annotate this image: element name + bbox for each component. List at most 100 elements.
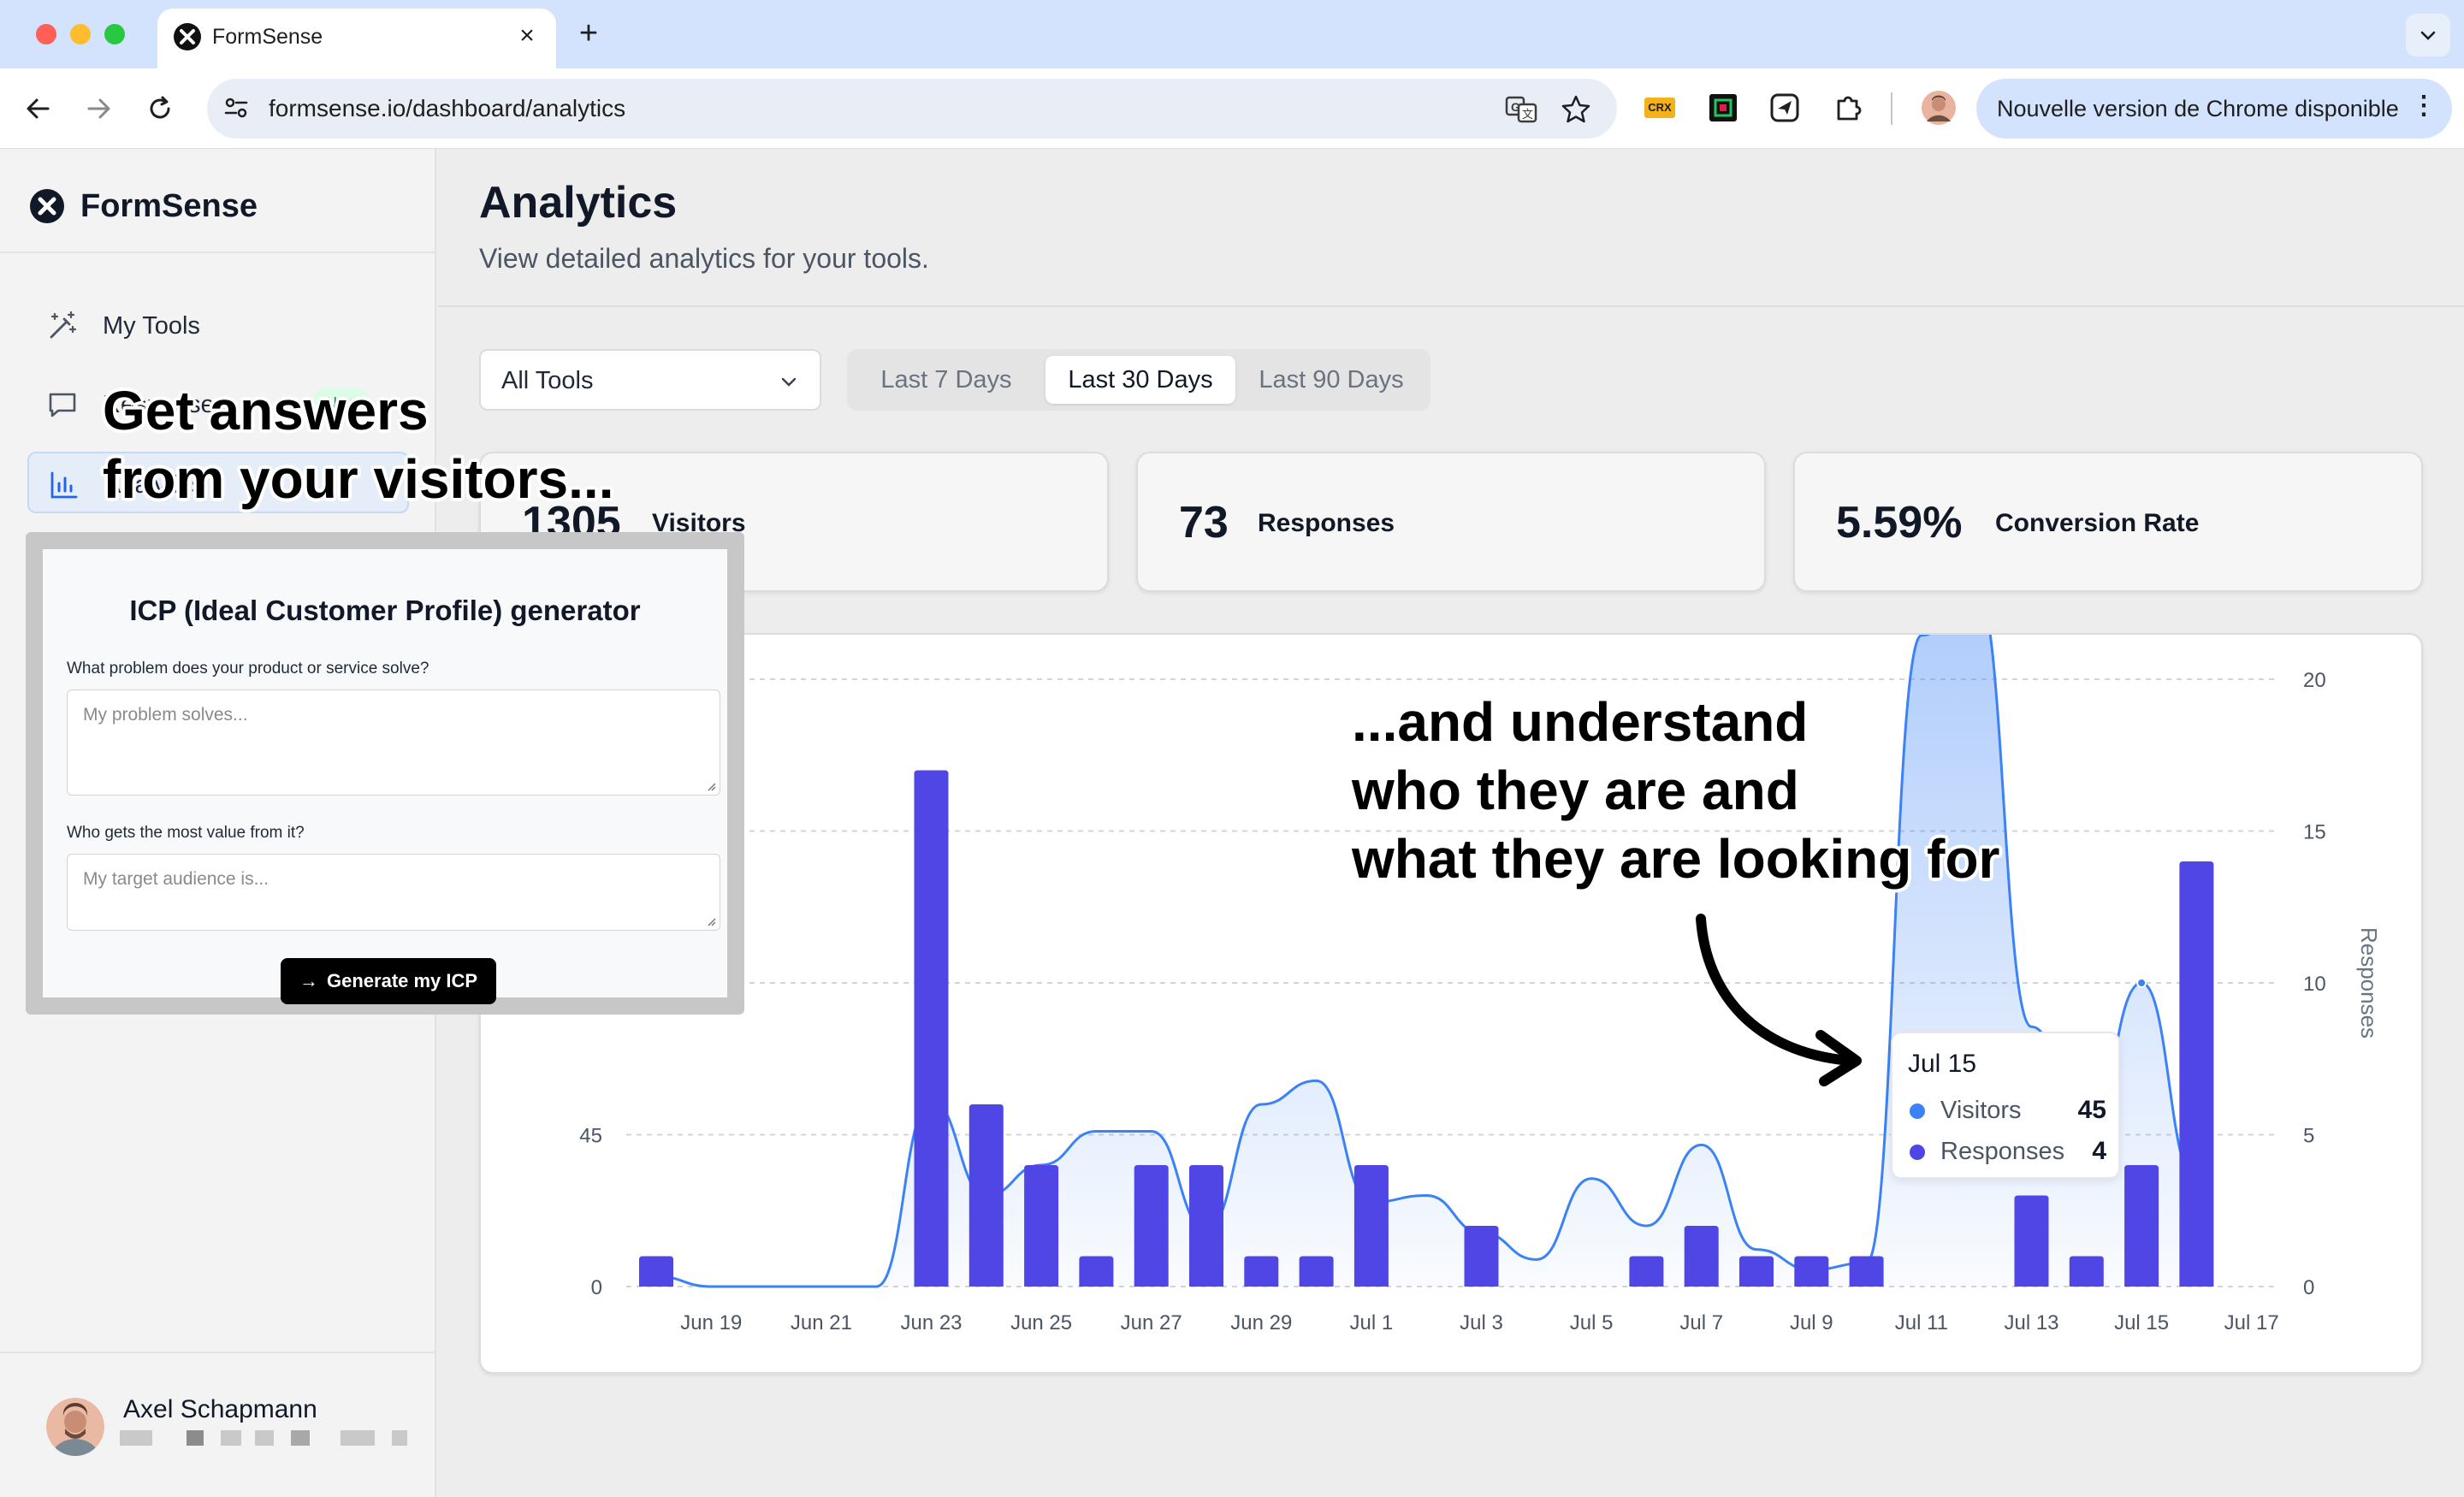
response-bar bbox=[968, 1104, 1004, 1287]
x-axis-tick-label: Jul 15 bbox=[2114, 1311, 2169, 1334]
stat-card-responses: 73 Responses bbox=[1136, 452, 1766, 592]
response-bar bbox=[1739, 1256, 1774, 1287]
tab-search-button[interactable] bbox=[2406, 14, 2450, 56]
browser-toolbar: formsense.io/dashboard/analytics G 文 CRX… bbox=[0, 68, 2464, 149]
resize-grip-icon[interactable] bbox=[704, 914, 716, 926]
x-axis-tick-label: Jul 1 bbox=[1350, 1311, 1394, 1334]
magic-wand-icon bbox=[50, 311, 77, 339]
visitors-dot bbox=[1910, 1104, 1925, 1119]
response-bar bbox=[1024, 1165, 1059, 1287]
sidebar-item-label: My Tools bbox=[103, 312, 200, 340]
send-extension-icon[interactable] bbox=[1768, 91, 1802, 125]
site-settings-icon[interactable] bbox=[219, 91, 253, 125]
stat-label: Conversion Rate bbox=[1995, 509, 2200, 537]
browser-tab[interactable]: FormSense × bbox=[157, 9, 556, 68]
x-axis-tick-label: Jun 29 bbox=[1230, 1311, 1292, 1334]
toolbar-divider bbox=[1891, 92, 1892, 125]
x-axis-tick-label: Jul 11 bbox=[1895, 1311, 1948, 1334]
callout-get-answers: Get answers from your visitors... bbox=[103, 380, 614, 510]
resize-grip-icon[interactable] bbox=[704, 779, 716, 791]
redacted-email bbox=[221, 1430, 241, 1446]
user-name: Axel Schapmann bbox=[123, 1395, 317, 1423]
tab-last-7-days[interactable]: Last 7 Days bbox=[861, 356, 1032, 404]
right-axis-tick-label: 5 bbox=[2303, 1125, 2314, 1148]
stat-card-conversion-rate: 5.59% Conversion Rate bbox=[1793, 452, 2423, 592]
chrome-update-button[interactable]: Nouvelle version de Chrome disponible ⋮ bbox=[1976, 79, 2452, 139]
x-axis-tick-label: Jun 19 bbox=[680, 1311, 742, 1334]
user-avatar[interactable] bbox=[46, 1398, 104, 1456]
response-bar bbox=[1629, 1256, 1664, 1287]
form-preview-panel: ICP (Ideal Customer Profile) generator W… bbox=[43, 549, 727, 1004]
tab-last-90-days[interactable]: Last 90 Days bbox=[1241, 356, 1422, 404]
translate-icon[interactable]: G 文 bbox=[1504, 92, 1538, 127]
generate-icp-button[interactable]: → Generate my ICP bbox=[281, 958, 496, 1004]
response-bar bbox=[1134, 1165, 1169, 1287]
stat-label: Responses bbox=[1258, 509, 1395, 537]
redacted-email bbox=[255, 1430, 274, 1446]
bar-chart-icon bbox=[50, 471, 78, 499]
profile-avatar[interactable] bbox=[1922, 91, 1956, 125]
response-bar bbox=[914, 770, 949, 1287]
sidebar-bottom-divider bbox=[0, 1352, 436, 1353]
new-tab-button[interactable]: + bbox=[568, 14, 609, 55]
formsense-favicon-icon bbox=[174, 23, 201, 50]
puzzle-extensions-icon[interactable] bbox=[1831, 91, 1865, 125]
x-axis-tick-label: Jul 13 bbox=[2004, 1311, 2058, 1334]
more-vertical-icon[interactable]: ⋮ bbox=[2411, 91, 2437, 121]
tab-title: FormSense bbox=[212, 25, 323, 49]
response-bar bbox=[1684, 1226, 1719, 1287]
address-bar[interactable]: formsense.io/dashboard/analytics G 文 bbox=[207, 79, 1617, 139]
redacted-email bbox=[341, 1430, 375, 1446]
bookmark-star-icon[interactable] bbox=[1559, 92, 1593, 127]
left-axis-tick-label: 45 bbox=[579, 1125, 602, 1148]
brand-name: FormSense bbox=[80, 188, 258, 224]
close-window-button[interactable] bbox=[36, 24, 56, 44]
minimize-window-button[interactable] bbox=[70, 24, 91, 44]
header-divider bbox=[438, 305, 2464, 307]
right-axis-title: Responses bbox=[2356, 927, 2382, 1038]
form-title: ICP (Ideal Customer Profile) generator bbox=[129, 595, 641, 626]
back-arrow-icon[interactable] bbox=[17, 87, 60, 130]
page-title: Analytics bbox=[479, 178, 678, 228]
x-axis-tick-label: Jul 17 bbox=[2224, 1311, 2279, 1334]
response-bar bbox=[1079, 1256, 1114, 1287]
x-axis-tick-label: Jul 7 bbox=[1679, 1311, 1723, 1334]
callout-understand-visitors: ...and understand who they are and what … bbox=[1352, 691, 2000, 890]
color-extension-icon[interactable] bbox=[1706, 91, 1740, 125]
date-range-tabs: Last 7 Days Last 30 Days Last 90 Days bbox=[847, 349, 1430, 411]
tooltip-series-value: 4 bbox=[2092, 1137, 2106, 1165]
chart-tooltip: Jul 15 Visitors 45 Responses 4 bbox=[1891, 1032, 2120, 1179]
redacted-email bbox=[291, 1430, 310, 1446]
problem-textarea[interactable]: My problem solves... bbox=[67, 689, 720, 796]
response-bar bbox=[2014, 1195, 2049, 1287]
response-bar bbox=[1244, 1256, 1279, 1287]
redacted-email bbox=[392, 1430, 407, 1446]
redacted-email bbox=[187, 1430, 204, 1446]
crx-extension-icon[interactable]: CRX bbox=[1643, 91, 1677, 125]
tooltip-series-value: 45 bbox=[2077, 1096, 2106, 1124]
form-question-1: What problem does your product or servic… bbox=[67, 660, 429, 677]
audience-textarea[interactable]: My target audience is... bbox=[67, 854, 720, 931]
chat-bubble-icon bbox=[49, 393, 76, 417]
sidebar-divider bbox=[0, 251, 436, 253]
response-bar bbox=[1189, 1165, 1223, 1287]
forward-arrow-icon[interactable] bbox=[77, 87, 120, 130]
right-axis-tick-label: 0 bbox=[2303, 1276, 2314, 1299]
response-bar bbox=[2124, 1165, 2159, 1287]
maximize-window-button[interactable] bbox=[104, 24, 125, 44]
response-bar bbox=[1464, 1226, 1499, 1287]
page-subtitle: View detailed analytics for your tools. bbox=[479, 243, 929, 274]
reload-icon[interactable] bbox=[139, 87, 181, 130]
left-axis-tick-label: 0 bbox=[591, 1276, 602, 1299]
chevron-down-icon bbox=[781, 377, 797, 387]
svg-text:文: 文 bbox=[1522, 108, 1533, 121]
tab-close-icon[interactable]: × bbox=[510, 19, 544, 53]
tooltip-row-responses: Responses 4 bbox=[1908, 1136, 2106, 1167]
stat-value: 73 bbox=[1179, 498, 1229, 547]
response-bar bbox=[1353, 1165, 1389, 1287]
generate-button-label: Generate my ICP bbox=[327, 970, 478, 991]
tab-last-30-days[interactable]: Last 30 Days bbox=[1045, 356, 1235, 404]
sidebar-item-my-tools[interactable]: My Tools bbox=[27, 294, 409, 356]
textarea-placeholder: My problem solves... bbox=[83, 705, 248, 725]
tooltip-date: Jul 15 bbox=[1908, 1050, 1977, 1078]
